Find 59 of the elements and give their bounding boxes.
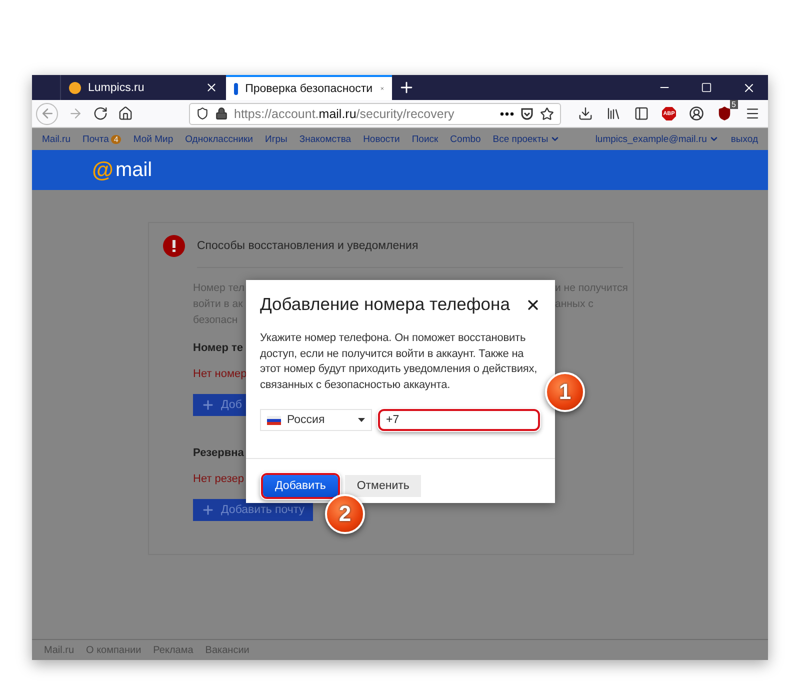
- footer-link[interactable]: Mail.ru: [44, 644, 74, 656]
- menu-icon[interactable]: [745, 106, 760, 121]
- bookmark-star-icon[interactable]: [540, 106, 554, 120]
- portal-link[interactable]: Поиск: [412, 134, 438, 144]
- portal-link[interactable]: Новости: [363, 134, 400, 144]
- portal-link[interactable]: Одноклассники: [185, 134, 253, 144]
- portal-link[interactable]: Мой Мир: [133, 134, 174, 144]
- browser-tab[interactable]: Проверка безопасности: [226, 75, 392, 100]
- footer-link[interactable]: Вакансии: [205, 644, 250, 656]
- status-text: Нет резер: [193, 473, 245, 485]
- extension-badge: 5: [730, 100, 738, 109]
- flag-icon: [267, 416, 281, 424]
- caret-icon: [358, 418, 365, 422]
- home-icon[interactable]: [118, 106, 133, 121]
- portal-link[interactable]: Mail.ru: [42, 134, 71, 144]
- lock-icon: [215, 107, 228, 120]
- footer-link[interactable]: О компании: [86, 644, 142, 656]
- portal-link[interactable]: Combo: [450, 134, 481, 144]
- plus-icon: [201, 503, 215, 517]
- shield-extension-icon[interactable]: [717, 106, 732, 121]
- dialog-title: Добавление номера телефона: [260, 294, 510, 315]
- logout-link[interactable]: выход: [730, 134, 758, 144]
- portal-link[interactable]: Все проекты: [492, 134, 560, 144]
- step-marker: 2: [325, 494, 365, 534]
- country-select[interactable]: Россия: [260, 409, 372, 431]
- alert-icon: [163, 235, 185, 257]
- shield-icon[interactable]: [196, 107, 209, 120]
- add-button[interactable]: Добавить: [263, 475, 338, 497]
- library-icon[interactable]: [606, 106, 621, 121]
- phone-input[interactable]: +7: [378, 409, 540, 431]
- more-icon[interactable]: [500, 112, 514, 116]
- address-bar[interactable]: https://account.mail.ru/security/recovery: [189, 102, 561, 124]
- pocket-icon[interactable]: [520, 106, 534, 120]
- close-tab-icon[interactable]: [205, 81, 218, 94]
- user-menu[interactable]: lumpics_example@mail.ru: [595, 134, 719, 144]
- maximize-icon[interactable]: [701, 82, 712, 93]
- status-text: Нет номер: [193, 368, 248, 380]
- step-marker: 1: [545, 372, 585, 412]
- new-tab-icon[interactable]: [398, 79, 415, 96]
- portal-link[interactable]: Знакомства: [299, 134, 352, 144]
- card-title: Способы восстановления и уведомления: [197, 240, 418, 252]
- download-icon[interactable]: [578, 106, 593, 121]
- account-icon[interactable]: [689, 106, 704, 121]
- circle-favicon-icon: [69, 82, 81, 94]
- section-heading: Номер те: [193, 342, 244, 354]
- footer-link[interactable]: Реклама: [153, 644, 194, 656]
- dialog-text: Укажите номер телефона. Он поможет восстановить доступ, если не получится войти в аккаунт. Также на этот номер будут приходить уведомления о действиях, связанных с безопасностью аккаунта.: [260, 331, 538, 392]
- sidebar-icon[interactable]: [634, 106, 649, 121]
- reload-icon[interactable]: [93, 106, 108, 121]
- cancel-button[interactable]: Отменить: [344, 475, 422, 497]
- add-button[interactable]: Добавить почту: [193, 499, 313, 521]
- section-heading: Резервна: [193, 447, 245, 459]
- mail-logo[interactable]: @mail: [92, 157, 152, 183]
- count-badge: 4: [110, 134, 122, 144]
- url-text: https://account.mail.ru/security/recovery: [234, 106, 456, 120]
- plus-icon: [201, 398, 215, 412]
- portal-link[interactable]: Игры: [264, 134, 288, 144]
- back-button[interactable]: [36, 102, 58, 124]
- portal-link[interactable]: Почта 4: [82, 134, 122, 144]
